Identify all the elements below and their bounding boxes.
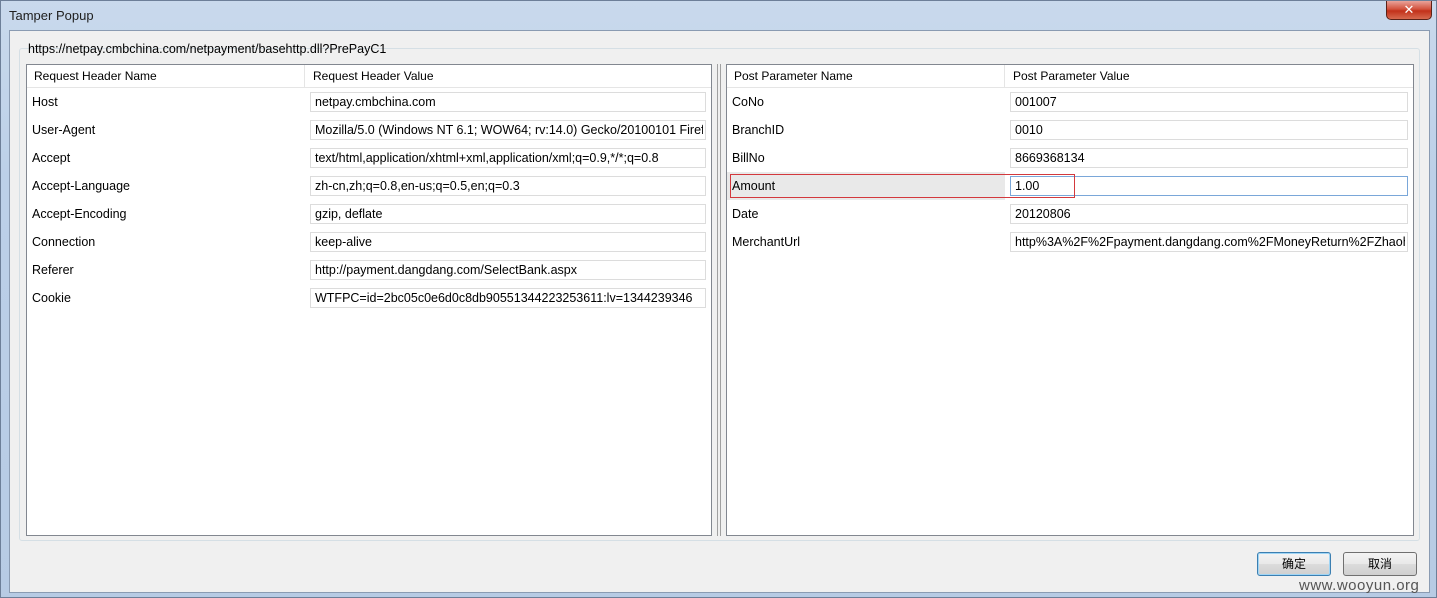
amount-value-input[interactable]: [1010, 176, 1408, 196]
table-row: Accept: [27, 144, 711, 172]
cancel-button[interactable]: 取消: [1343, 552, 1417, 576]
param-value-input[interactable]: [1010, 232, 1408, 252]
tamper-popup-window: Tamper Popup ✕ https://netpay.cmbchina.c…: [0, 0, 1437, 598]
ok-button[interactable]: 确定: [1257, 552, 1331, 576]
header-name: User-Agent: [32, 123, 96, 137]
header-name: Referer: [32, 263, 74, 277]
header-value-input[interactable]: [310, 260, 706, 280]
column-header-value[interactable]: Request Header Value: [306, 65, 711, 87]
column-header-name[interactable]: Request Header Name: [27, 65, 305, 87]
table-row: Cookie: [27, 284, 711, 312]
table-row: Accept-Language: [27, 172, 711, 200]
param-name: BranchID: [732, 123, 785, 137]
header-value-input[interactable]: [310, 176, 706, 196]
param-name: Date: [732, 207, 759, 221]
table-row: Date: [727, 200, 1413, 228]
param-value-input[interactable]: [1010, 120, 1408, 140]
title-bar[interactable]: Tamper Popup ✕: [1, 1, 1436, 29]
request-headers-header: Request Header Name Request Header Value: [27, 65, 711, 88]
param-name: BillNo: [732, 151, 765, 165]
header-value-input[interactable]: [310, 148, 706, 168]
request-url: https://netpay.cmbchina.com/netpayment/b…: [28, 42, 387, 56]
table-row: User-Agent: [27, 116, 711, 144]
header-name: Accept-Language: [32, 179, 130, 193]
close-icon: ✕: [1403, 2, 1415, 17]
column-header-param-value[interactable]: Post Parameter Value: [1006, 65, 1413, 87]
table-row: Connection: [27, 228, 711, 256]
window-title: Tamper Popup: [9, 8, 94, 23]
table-row: Accept-Encoding: [27, 200, 711, 228]
header-value-input[interactable]: [310, 92, 706, 112]
dialog-client-area: https://netpay.cmbchina.com/netpayment/b…: [9, 30, 1430, 593]
header-name: Accept: [32, 151, 71, 165]
header-name: Accept-Encoding: [32, 207, 127, 221]
watermark: www.wooyun.org: [1299, 577, 1420, 594]
param-name: CoNo: [732, 95, 764, 109]
table-row: MerchantUrl: [727, 228, 1413, 256]
panel-splitter[interactable]: [715, 64, 723, 536]
post-parameters-table: Post Parameter Name Post Parameter Value…: [726, 64, 1414, 536]
header-value-input[interactable]: [310, 288, 706, 308]
table-row-selected: Amount: [727, 172, 1413, 200]
table-row: Referer: [27, 256, 711, 284]
column-header-param-name[interactable]: Post Parameter Name: [727, 65, 1005, 87]
param-value-input[interactable]: [1010, 204, 1408, 224]
table-row: CoNo: [727, 88, 1413, 116]
request-headers-table: Request Header Name Request Header Value…: [26, 64, 712, 536]
close-button[interactable]: ✕: [1386, 1, 1432, 20]
table-row: BranchID: [727, 116, 1413, 144]
table-row: Host: [27, 88, 711, 116]
header-value-input[interactable]: [310, 120, 706, 140]
header-name: Cookie: [32, 291, 71, 305]
param-name: MerchantUrl: [732, 235, 801, 249]
param-value-input[interactable]: [1010, 92, 1408, 112]
header-name: Connection: [32, 235, 96, 249]
table-row: BillNo: [727, 144, 1413, 172]
header-name: Host: [32, 95, 58, 109]
header-value-input[interactable]: [310, 232, 706, 252]
param-value-input[interactable]: [1010, 148, 1408, 168]
post-parameters-header: Post Parameter Name Post Parameter Value: [727, 65, 1413, 88]
header-value-input[interactable]: [310, 204, 706, 224]
param-name: Amount: [732, 179, 776, 193]
